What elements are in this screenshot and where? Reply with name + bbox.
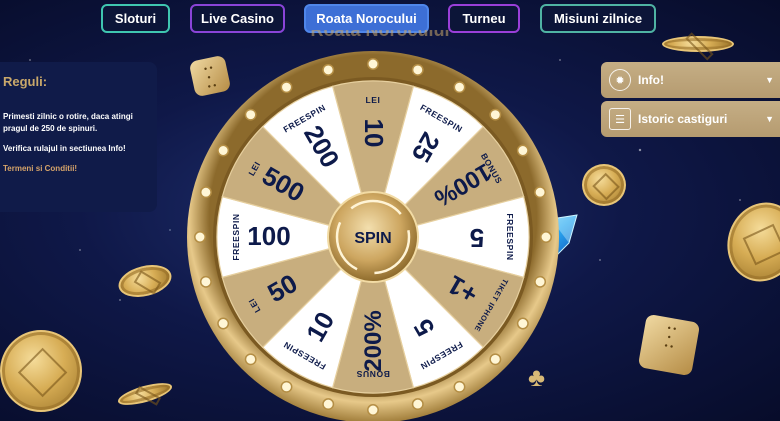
nav-tab-live-casino[interactable]: Live Casino — [190, 4, 285, 33]
terms-link[interactable]: Termeni si Conditii! — [3, 163, 151, 175]
rim-light-bulb — [199, 275, 212, 288]
rim-light-bulb — [280, 380, 293, 393]
rim-light-bulb — [411, 63, 424, 76]
rim-light-bulb — [534, 275, 547, 288]
rim-light-bulb — [194, 231, 206, 243]
segment-label: LEI — [365, 95, 380, 105]
rules-text-daily-spin: Primesti zilnic o rotire, daca atingi pr… — [3, 112, 133, 133]
istoric-castiguri-accordion[interactable]: ☰ Istoric castiguri ▼ — [601, 101, 780, 137]
rim-light-bulb — [367, 404, 379, 416]
nav-tab-roata-norocului[interactable]: Roata Norocului — [304, 4, 429, 33]
list-icon: ☰ — [609, 108, 631, 130]
segment-value: 10 — [359, 119, 389, 148]
istoric-accordion-label: Istoric castiguri — [638, 112, 728, 126]
gold-coin-decoration — [0, 330, 82, 412]
chip-decoration — [662, 36, 734, 52]
rim-light-bulb — [489, 108, 502, 121]
rim-light-bulb — [534, 186, 547, 199]
rules-text-check-info: Verifica rulajul in sectiunea Info! — [3, 144, 126, 153]
info-accordion-label: Info! — [638, 73, 664, 87]
rim-light-bulb — [322, 63, 335, 76]
rim-light-bulb — [453, 380, 466, 393]
chevron-down-icon: ▼ — [765, 114, 774, 124]
segment-label: FREESPIN — [231, 213, 241, 260]
page-title: Roata Norocului — [310, 30, 450, 40]
rim-light-bulb — [322, 398, 335, 411]
chevron-down-icon: ▼ — [765, 75, 774, 85]
rim-light-bulb — [217, 317, 230, 330]
segment-value: 5 — [470, 223, 484, 253]
rim-light-bulb — [411, 398, 424, 411]
rules-heading: Reguli: — [3, 74, 48, 89]
roulette-icon: ✹ — [609, 69, 631, 91]
spin-button[interactable] — [333, 195, 421, 283]
rim-light-bulb — [516, 144, 529, 157]
fortune-wheel: LEI 10 FREESPIN 25 BONUS 100% FREESPIN 5 TIKET I… — [183, 47, 563, 421]
nav-tab-turneu[interactable]: Turneu — [448, 4, 520, 33]
nav-tab-sloturi[interactable]: Sloturi — [101, 4, 170, 33]
rim-light-bulb — [280, 81, 293, 94]
rim-light-bulb — [516, 317, 529, 330]
gold-coin-decoration — [582, 164, 626, 206]
segment-value: 200% — [360, 310, 387, 371]
rim-light-bulb — [489, 353, 502, 366]
info-accordion[interactable]: ✹ Info! ▼ — [601, 62, 780, 98]
rim-light-bulb — [453, 81, 466, 94]
rim-light-bulb — [217, 144, 230, 157]
rim-light-bulb — [367, 58, 379, 70]
segment-value: 100 — [247, 221, 290, 251]
nav-tab-misiuni-zilnice[interactable]: Misiuni zilnice — [540, 4, 656, 33]
rim-light-bulb — [199, 186, 212, 199]
segment-label: FREESPIN — [505, 213, 515, 260]
rim-light-bulb — [244, 108, 257, 121]
dice-decoration — [637, 313, 701, 377]
rim-light-bulb — [540, 231, 552, 243]
rim-light-bulb — [244, 353, 257, 366]
rules-panel: Reguli: Primesti zilnic o rotire, daca a… — [0, 62, 157, 212]
